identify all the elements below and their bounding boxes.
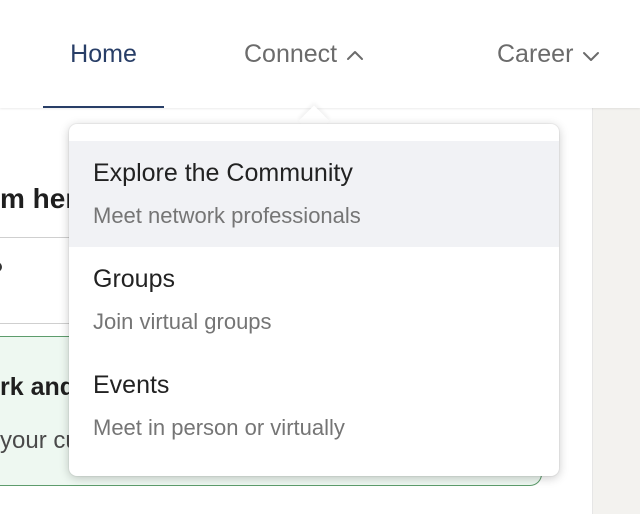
menu-item-subtitle: Join virtual groups <box>93 309 272 334</box>
active-tab-underline <box>43 106 164 108</box>
nav-tab-connect[interactable]: Connect <box>244 0 365 108</box>
menu-item-events[interactable]: Events Meet in person or virtually <box>69 353 559 459</box>
nav-tab-connect-label: Connect <box>244 39 338 68</box>
menu-item-subtitle: Meet in person or virtually <box>93 415 345 440</box>
chevron-down-icon <box>581 44 601 64</box>
connect-dropdown-menu: Explore the Community Meet network profe… <box>69 124 559 476</box>
chevron-up-icon <box>345 44 365 64</box>
nav-tab-home-label: Home <box>70 39 137 68</box>
right-rail <box>592 108 640 514</box>
menu-item-title: Groups <box>93 265 175 293</box>
nav-tab-career-label: Career <box>497 39 574 68</box>
promo-card-title: rk and <box>0 373 76 401</box>
menu-item-subtitle: Meet network professionals <box>93 203 361 228</box>
promo-card-subtitle: your cu <box>0 427 79 454</box>
top-navigation: Home Connect Career <box>0 0 640 108</box>
menu-item-title: Events <box>93 371 170 399</box>
page-heading: m her <box>0 183 77 214</box>
menu-item-explore-community[interactable]: Explore the Community Meet network profe… <box>69 141 559 247</box>
nav-tab-career[interactable]: Career <box>497 0 601 108</box>
nav-tab-home[interactable]: Home <box>43 0 164 108</box>
dropdown-menu-list: Explore the Community Meet network profe… <box>69 141 559 459</box>
person-icon <box>0 262 6 298</box>
menu-item-groups[interactable]: Groups Join virtual groups <box>69 247 559 353</box>
menu-item-title: Explore the Community <box>93 159 353 187</box>
